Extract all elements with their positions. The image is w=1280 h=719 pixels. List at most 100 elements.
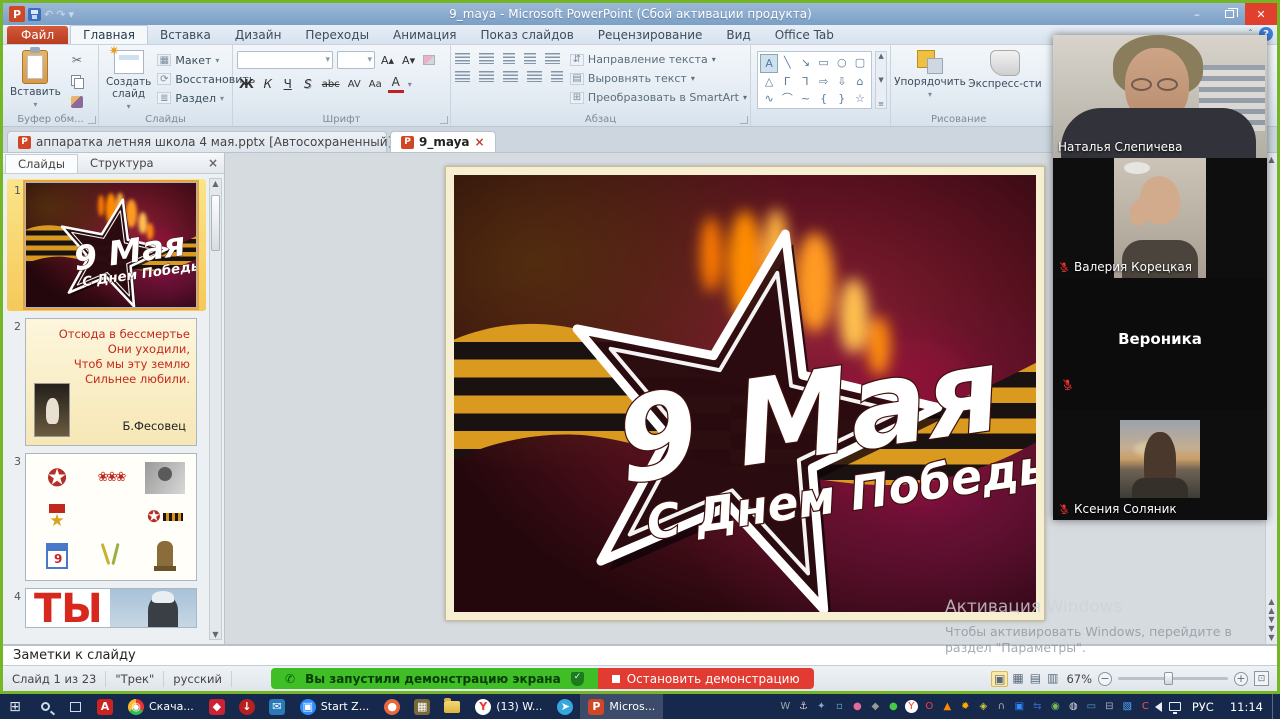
decrease-indent-icon[interactable]	[503, 53, 515, 64]
shape-rounded-rect-icon[interactable]: ▢	[851, 54, 869, 73]
shape-brace-right-icon[interactable]: }	[833, 90, 851, 107]
font-name-combo[interactable]: ▾	[237, 51, 333, 69]
shape-scribble-icon[interactable]: ∿	[760, 90, 778, 107]
justify-icon[interactable]	[527, 71, 542, 82]
taskbar-app-vb[interactable]: ▦	[407, 694, 437, 719]
doc-tab-close-icon[interactable]: ×	[475, 135, 485, 149]
copy-icon[interactable]	[67, 72, 87, 90]
scroll-down-icon[interactable]: ▼	[1268, 633, 1274, 642]
shape-elbow-icon[interactable]: Г	[778, 73, 796, 90]
grow-font-button[interactable]: A▴	[379, 51, 396, 69]
paragraph-dialog-launcher[interactable]	[740, 116, 748, 124]
slide-canvas[interactable]	[445, 166, 1045, 621]
shape-brace-left-icon[interactable]: {	[815, 90, 833, 107]
taskbar-telegram[interactable]: ➤	[550, 694, 580, 719]
tray-snip-icon[interactable]: ▫	[831, 701, 848, 712]
tab-insert[interactable]: Вставка	[148, 26, 223, 44]
tray-antivirus-icon[interactable]: ●	[885, 701, 902, 712]
zoom-slider[interactable]	[1118, 677, 1228, 680]
format-painter-icon[interactable]	[67, 93, 87, 111]
columns-icon[interactable]	[551, 71, 563, 82]
shape-textbox-icon[interactable]: A	[760, 54, 778, 73]
zoom-slider-thumb[interactable]	[1164, 672, 1173, 685]
slide-sorter-icon[interactable]: ▦	[1010, 671, 1025, 687]
tray-compass-icon[interactable]: ✦	[813, 701, 830, 712]
shape-arc-icon[interactable]: ⌒	[778, 90, 796, 107]
text-direction-button[interactable]: ⇵Направление текста▾	[570, 51, 747, 68]
volume-icon[interactable]	[1155, 702, 1162, 712]
tray-mic-icon[interactable]: ◍	[1065, 701, 1082, 712]
font-dialog-launcher[interactable]	[440, 116, 448, 124]
tray-pink-icon[interactable]: ●	[849, 701, 866, 712]
participant-veronika[interactable]: Вероника	[1053, 278, 1267, 410]
paste-dropdown-icon[interactable]: ▾	[33, 100, 37, 109]
language-indicator[interactable]: русский	[164, 671, 232, 687]
tray-anchor-icon[interactable]: ⚓	[795, 701, 812, 712]
tray-wot-icon[interactable]: W	[777, 701, 794, 712]
taskbar-zoom[interactable]: ▣Start Z...	[292, 694, 377, 719]
qat-customize-icon[interactable]: ▾	[68, 8, 74, 21]
taskbar-downloader[interactable]: ↓	[232, 694, 262, 719]
tray-nvidia-icon[interactable]: ◉	[1047, 701, 1064, 712]
align-left-icon[interactable]	[455, 71, 470, 82]
italic-button[interactable]: К	[260, 75, 276, 93]
taskbar-browser2[interactable]: ●	[377, 694, 407, 719]
redo-icon[interactable]: ↷	[56, 8, 65, 21]
tray-zoom-icon[interactable]: ▣	[1011, 701, 1028, 712]
notes-area[interactable]: Заметки к слайду	[3, 644, 1277, 665]
scroll-up-icon[interactable]: ▲	[1268, 155, 1274, 164]
align-right-icon[interactable]	[503, 71, 518, 82]
smartart-button[interactable]: ⊞Преобразовать в SmartArt▾	[570, 89, 747, 106]
previous-slide-icon[interactable]: ▲▲	[1268, 597, 1274, 615]
tray-display-icon[interactable]: ▭	[1083, 701, 1100, 712]
participant-video-valeria[interactable]: Валерия Корецкая	[1053, 158, 1267, 278]
doc-tab-1[interactable]: P аппаратка летняя школа 4 мая.pptx [Авт…	[7, 131, 387, 152]
font-size-combo[interactable]: ▾	[337, 51, 375, 69]
strikethrough-button[interactable]: abc	[320, 75, 342, 93]
thumbnails-scrollbar[interactable]: ▲ ▼	[209, 178, 222, 640]
shapes-scrollbar[interactable]: ▲▼≡	[875, 51, 887, 109]
bullets-icon[interactable]	[455, 53, 470, 64]
save-icon[interactable]	[28, 8, 41, 21]
tab-file[interactable]: Файл	[7, 26, 68, 44]
close-button[interactable]: ✕	[1245, 3, 1277, 25]
slideshow-icon[interactable]: ▥	[1045, 671, 1060, 687]
taskbar-shield-app[interactable]: ◆	[202, 694, 232, 719]
line-spacing-icon[interactable]	[545, 53, 560, 64]
search-button[interactable]	[30, 694, 60, 719]
zoom-in-icon[interactable]: +	[1234, 672, 1248, 686]
shape-line-icon[interactable]: ╲	[778, 54, 796, 73]
change-case-button[interactable]: Aa	[367, 75, 384, 93]
tray-signal-icon[interactable]: ∩	[993, 701, 1010, 712]
align-text-button[interactable]: ▤Выровнять текст▾	[570, 70, 747, 87]
align-center-icon[interactable]	[479, 71, 494, 82]
shadow-button[interactable]: S	[300, 75, 316, 93]
scroll-down-icon[interactable]: ▼	[212, 630, 218, 639]
participant-video-ksenia[interactable]: Ксения Соляник	[1053, 410, 1267, 520]
tab-design[interactable]: Дизайн	[223, 26, 294, 44]
zoom-level[interactable]: 67%	[1066, 672, 1092, 686]
tab-outline[interactable]: Структура	[78, 154, 166, 172]
start-button[interactable]: ⊞	[0, 694, 30, 719]
shape-curve-icon[interactable]: ~	[796, 90, 814, 107]
language-switcher[interactable]: РУС	[1185, 700, 1221, 714]
zoom-out-icon[interactable]: −	[1098, 672, 1112, 686]
tray-reactor-icon[interactable]: ✹	[957, 701, 974, 712]
increase-indent-icon[interactable]	[524, 53, 536, 64]
show-desktop-button[interactable]	[1272, 694, 1276, 719]
numbering-icon[interactable]	[479, 53, 494, 64]
tab-home[interactable]: Главная	[70, 25, 148, 44]
arrange-button[interactable]: Упорядочить ▾	[895, 49, 965, 112]
tray-photos-icon[interactable]: ▧	[1119, 701, 1136, 712]
character-spacing-button[interactable]: AV	[346, 75, 363, 93]
tab-animations[interactable]: Анимация	[381, 26, 468, 44]
tray-avast-icon[interactable]: ▲	[939, 701, 956, 712]
shapes-gallery[interactable]: A ╲ ↘ ▭ ○ ▢ △ Г Ꞁ ⇨ ⇩ ⌂ ∿ ⌒ ~ { } ☆	[757, 51, 872, 109]
tray-box-icon[interactable]: ◆	[867, 701, 884, 712]
task-view-button[interactable]	[60, 694, 90, 719]
clipboard-dialog-launcher[interactable]	[88, 116, 96, 124]
tab-transitions[interactable]: Переходы	[293, 26, 381, 44]
shape-triangle-icon[interactable]: △	[760, 73, 778, 90]
restore-button[interactable]	[1213, 3, 1245, 25]
shape-arrow-icon[interactable]: ↘	[796, 54, 814, 73]
